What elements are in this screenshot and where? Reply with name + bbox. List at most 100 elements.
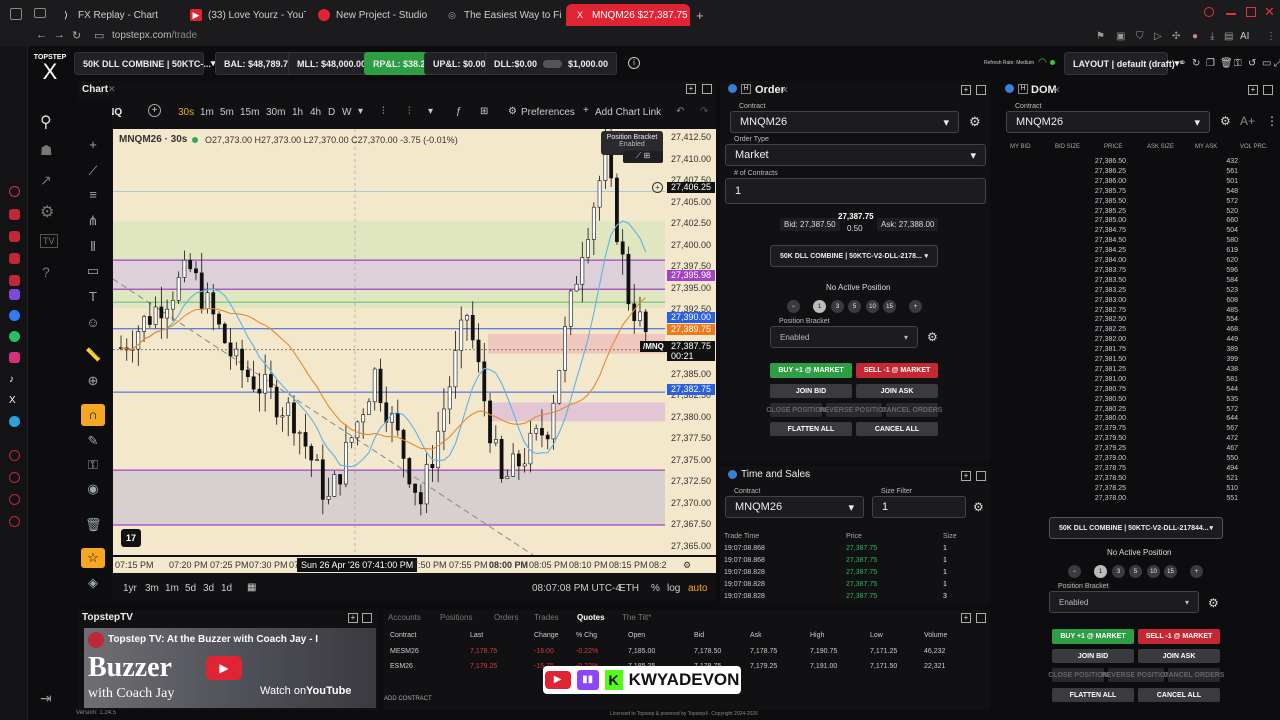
dom-row[interactable]: 27,385.25 520	[996, 208, 1280, 216]
dom-row[interactable]: 27,379.75 567	[996, 425, 1280, 433]
forward-icon[interactable]: →	[54, 29, 65, 41]
dom-row[interactable]: 27,383.50 584	[996, 277, 1280, 285]
dom-row[interactable]: 27,381.75 389	[996, 346, 1280, 354]
dom-row[interactable]: 27,379.50 472	[996, 435, 1280, 443]
dom-row[interactable]: 27,384.50 580	[996, 237, 1280, 245]
instagram-icon[interactable]	[9, 352, 20, 363]
contracts-input[interactable]: # of Contracts 1	[725, 170, 986, 204]
buy-sell-widget[interactable]: ⟋ ⊞	[623, 151, 663, 163]
layout-select[interactable]: LAYOUT | default (draft) ▾	[1064, 52, 1179, 75]
add-chart-link-button[interactable]: Add Chart Link	[595, 107, 661, 118]
chart-settings-icon[interactable]: ⚙	[683, 560, 691, 571]
cancel-all-button[interactable]: CANCEL ALL	[856, 422, 938, 436]
dom-row[interactable]: 27,386.50 432	[996, 158, 1280, 166]
trading-icon[interactable]: ⚲	[40, 112, 52, 132]
reverse-position-button[interactable]: REVERSE POSITION	[820, 403, 888, 417]
dom-cancel-orders-button[interactable]: CANCEL ORDERS	[1164, 668, 1224, 682]
percent-toggle[interactable]: %	[651, 583, 660, 594]
qty-increment[interactable]: +	[909, 300, 922, 313]
dom-qty-increment[interactable]: +	[1190, 565, 1203, 578]
x-twitter-icon[interactable]: X	[9, 395, 20, 406]
copy-icon[interactable]: ❐	[1206, 58, 1215, 69]
refresh-icon[interactable]: ↻	[1192, 58, 1200, 69]
dom-row[interactable]: 27,378.00 551	[996, 495, 1280, 503]
video-title[interactable]: Topstep TV: At the Buzzer with Coach Jay…	[108, 634, 318, 645]
pen-lock-icon[interactable]: ✎	[85, 434, 101, 448]
pitchfork-icon[interactable]: ⋔	[85, 214, 101, 228]
close-icon[interactable]: ✕	[108, 84, 116, 95]
quotes-cell[interactable]: ESM26	[390, 663, 413, 670]
maximize-icon[interactable]	[1263, 85, 1273, 95]
ruler-icon[interactable]: 📏	[85, 348, 101, 362]
dom-qty-3[interactable]: 3	[1112, 565, 1125, 578]
dom-row[interactable]: 27,384.25 619	[996, 247, 1280, 255]
join-bid-button[interactable]: JOIN BID	[770, 384, 852, 398]
dom-drag-handle[interactable]	[1005, 84, 1014, 93]
horizontal-lines-icon[interactable]: ≡	[85, 188, 101, 202]
flatten-all-button[interactable]: FLATTEN ALL	[770, 422, 852, 436]
crosshair-add-icon[interactable]: +	[652, 182, 663, 193]
close-position-button[interactable]: CLOSE POSITION	[766, 403, 826, 417]
order-account-select[interactable]: 50K DLL COMBINE | 50KTC-V2-DLL-2178... ▾	[770, 245, 938, 267]
range-3d[interactable]: 3d	[203, 583, 214, 594]
expand-icon[interactable]: ⤢	[1274, 58, 1280, 69]
sidebar-app-icon[interactable]	[9, 231, 20, 242]
maximize-icon[interactable]	[1246, 7, 1256, 17]
dom-row[interactable]: 27,382.00 449	[996, 336, 1280, 344]
preferences-button[interactable]: Preferences	[521, 107, 575, 118]
dom-qty-decrement[interactable]: −	[1068, 565, 1081, 578]
redo-icon[interactable]: ↷	[700, 106, 708, 117]
close-icon[interactable]: ✕	[1264, 4, 1275, 20]
dom-row[interactable]: 27,385.00 660	[996, 217, 1280, 225]
order-contract-select[interactable]: Contract MNQM26 ▾	[730, 103, 959, 133]
dom-row[interactable]: 27,378.50 521	[996, 475, 1280, 483]
goto-date-icon[interactable]: ▦	[247, 582, 256, 593]
dom-row[interactable]: 27,378.25 510	[996, 485, 1280, 493]
maximize-icon[interactable]	[702, 84, 712, 94]
add-panel-icon[interactable]: +	[348, 613, 358, 623]
bookmark-icon[interactable]: ⚑	[1096, 31, 1105, 42]
add-panel-icon[interactable]: +	[1248, 85, 1258, 95]
interval-1m[interactable]: 1m	[200, 107, 214, 118]
time-axis[interactable]: 07:15 PM 07:20 PM 07:25 PM 07:30 PM 07:3…	[113, 557, 716, 573]
dom-qty-1[interactable]: 1	[1094, 565, 1107, 578]
dom-row[interactable]: 27,381.50 399	[996, 356, 1280, 364]
dom-row[interactable]: 27,382.25 468	[996, 326, 1280, 334]
dom-row[interactable]: 27,385.50 572	[996, 198, 1280, 206]
tv-icon[interactable]: TV	[40, 234, 58, 248]
tab-quotes[interactable]: Quotes	[577, 613, 605, 622]
ts-drag-handle[interactable]	[728, 470, 737, 479]
shield-icon[interactable]: ⛉	[1136, 31, 1144, 42]
interval-4h[interactable]: 4h	[310, 107, 321, 118]
tab-accounts[interactable]: Accounts	[388, 613, 421, 622]
fx-icon[interactable]: ƒ	[456, 106, 462, 117]
tiktok-icon[interactable]: ♪	[9, 374, 20, 385]
tab-mnqm26[interactable]: X MNQM26 $27,387.75 ▼ -	[566, 4, 690, 26]
dom-row[interactable]: 27,380.25 572	[996, 406, 1280, 414]
layers-icon[interactable]: ◈	[85, 576, 101, 590]
log-toggle[interactable]: log	[667, 583, 680, 594]
interval-30m[interactable]: 30m	[266, 107, 285, 118]
help-icon[interactable]: ?	[42, 264, 50, 280]
dom-row[interactable]: 27,379.00 550	[996, 455, 1280, 463]
crosshair-icon[interactable]: +	[85, 138, 101, 152]
maximize-icon[interactable]	[976, 85, 986, 95]
range-1d[interactable]: 1d	[221, 583, 232, 594]
range-1m[interactable]: 1m	[165, 583, 179, 594]
indicators-icon[interactable]: ⫶	[408, 106, 411, 117]
sidebar-app-icon[interactable]	[9, 275, 20, 286]
dom-close-position-button[interactable]: CLOSE POSITION	[1048, 668, 1108, 682]
youtube-label[interactable]: YouTube	[306, 685, 351, 697]
site-info-icon[interactable]: ▭	[94, 29, 104, 42]
compare-icon[interactable]: +	[148, 104, 161, 117]
delete-icon[interactable]: 🗑	[1220, 58, 1233, 69]
session-toggle[interactable]: ETH	[619, 583, 639, 594]
qty-1[interactable]: 1	[813, 300, 826, 313]
browser-menu-icon[interactable]	[10, 8, 22, 20]
auto-toggle[interactable]: auto	[688, 583, 707, 594]
dom-row[interactable]: 27,381.00 581	[996, 376, 1280, 384]
url-field[interactable]: topstepx.com/trade	[112, 30, 197, 41]
position-bracket-select[interactable]: Position Bracket Enabled ▾	[770, 318, 918, 348]
maximize-icon[interactable]	[976, 471, 986, 481]
info-icon[interactable]: i	[628, 57, 640, 69]
